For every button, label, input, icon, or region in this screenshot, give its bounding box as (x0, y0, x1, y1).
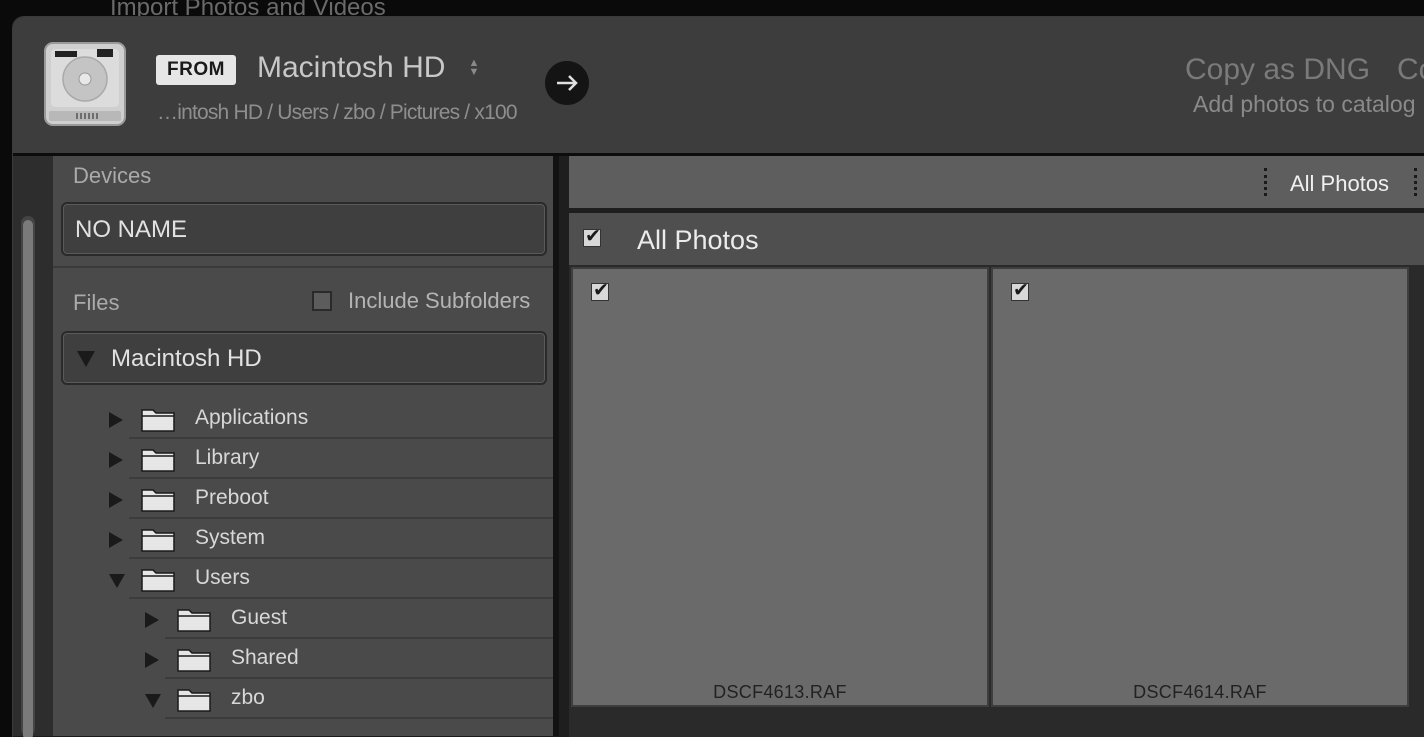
disclosure-triangle-open-icon[interactable] (109, 574, 125, 588)
view-filter-bar: All Photos (569, 156, 1424, 208)
folder-icon (177, 646, 211, 672)
disclosure-triangle-open-icon[interactable] (145, 694, 161, 708)
photo-filename: DSCF4614.RAF (1133, 682, 1267, 702)
disclosure-triangle-icon[interactable] (109, 492, 123, 508)
mode-copy[interactable]: Co (1397, 53, 1424, 87)
from-badge: FROM (156, 55, 236, 85)
disclosure-triangle-icon[interactable] (145, 612, 159, 628)
chevron-up-down-icon[interactable]: ▲ ▼ (468, 58, 480, 78)
source-dropdown[interactable]: Macintosh HD (257, 51, 445, 85)
source-panel: Devices NO NAME Files Include Subfolders… (53, 156, 559, 736)
disclosure-triangle-icon[interactable] (77, 351, 95, 367)
tree-item-preboot[interactable]: Preboot (53, 479, 553, 519)
photo-thumbnail[interactable]: DSCF4613.RAF (571, 267, 989, 707)
tree-item-label: zbo (231, 686, 265, 709)
folder-icon (177, 606, 211, 632)
all-photos-title: All Photos (637, 225, 759, 255)
tree-item-applications[interactable]: Applications (53, 399, 553, 439)
folder-icon (141, 406, 175, 432)
thumbnail-grid: DSCF4613.RAF DSCF4614.RAF (569, 265, 1424, 737)
divider (1264, 168, 1270, 196)
select-all-checkbox[interactable] (583, 225, 601, 248)
device-item[interactable]: NO NAME (61, 202, 547, 256)
photo-checkbox[interactable] (591, 279, 609, 302)
view-filter-all-photos[interactable]: All Photos (1290, 171, 1389, 197)
disclosure-triangle-icon[interactable] (109, 412, 123, 428)
scrollbar-thumb[interactable] (23, 220, 33, 737)
tree-item-shared[interactable]: Shared (53, 639, 553, 679)
hard-drive-icon[interactable] (41, 39, 129, 129)
left-gutter (13, 156, 53, 737)
photo-filename: DSCF4613.RAF (713, 682, 847, 702)
tree-item-label: Shared (231, 646, 299, 669)
mode-copy-as-dng[interactable]: Copy as DNG (1185, 53, 1370, 87)
device-name: NO NAME (75, 216, 188, 243)
tree-item-system[interactable]: System (53, 519, 553, 559)
divider (1414, 168, 1420, 196)
files-section-label: Files (73, 290, 120, 315)
tree-item-users[interactable]: Users (53, 559, 553, 599)
tree-item-label: Users (195, 566, 250, 589)
mode-description: Add photos to catalog (1193, 91, 1416, 117)
folder-icon (141, 526, 175, 552)
disclosure-triangle-icon[interactable] (109, 532, 123, 548)
sidebar-scrollbar[interactable] (21, 216, 35, 737)
folder-icon (141, 486, 175, 512)
arrow-right-icon[interactable] (545, 61, 589, 105)
import-header: FROM Macintosh HD ▲ ▼ …intosh HD / Users … (13, 17, 1424, 156)
import-dialog: FROM Macintosh HD ▲ ▼ …intosh HD / Users … (12, 16, 1424, 737)
tree-item-label: Guest (231, 606, 288, 629)
tree-item-zbo[interactable]: zbo (53, 679, 553, 719)
tree-item-library[interactable]: Library (53, 439, 553, 479)
folder-icon (141, 566, 175, 592)
photo-checkbox[interactable] (1011, 279, 1029, 302)
folder-icon (177, 686, 211, 712)
tree-item-label: Preboot (195, 486, 269, 509)
volume-name: Macintosh HD (111, 345, 262, 372)
photo-grid-area: All Photos All Photos DSCF4613.RAF DSCF4… (559, 156, 1424, 737)
tree-item-label: Applications (195, 406, 309, 429)
disclosure-triangle-icon[interactable] (109, 452, 123, 468)
include-subfolders-checkbox[interactable] (312, 291, 332, 311)
folder-icon (141, 446, 175, 472)
tree-item-label: System (195, 526, 266, 549)
tree-item-guest[interactable]: Guest (53, 599, 553, 639)
divider (165, 717, 553, 719)
disclosure-triangle-icon[interactable] (145, 652, 159, 668)
photo-thumbnail[interactable]: DSCF4614.RAF (991, 267, 1409, 707)
divider (53, 266, 553, 268)
all-photos-header: All Photos (569, 213, 1424, 267)
source-path: …intosh HD / Users / zbo / Pictures / x1… (157, 101, 518, 124)
volume-item-macintosh-hd[interactable]: Macintosh HD (61, 331, 547, 385)
tree-item-label: Library (195, 446, 260, 469)
devices-section-label: Devices (73, 163, 152, 188)
include-subfolders-label[interactable]: Include Subfolders (348, 288, 530, 314)
